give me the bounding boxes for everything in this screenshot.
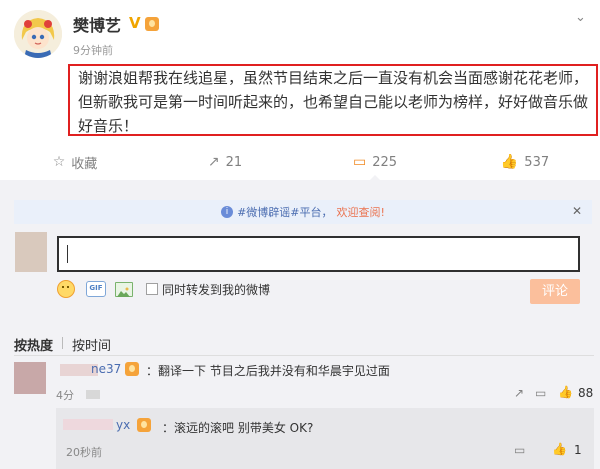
- repost-checkbox-label[interactable]: 同时转发到我的微博: [162, 281, 270, 298]
- comment-button[interactable]: ▭ 225: [300, 144, 450, 181]
- comment-like-count: 88: [578, 386, 594, 400]
- current-user-avatar: [15, 232, 47, 272]
- reply-like-count: 1: [574, 443, 582, 457]
- like-count: 537: [524, 154, 550, 170]
- thumbs-up-icon: 👍: [500, 154, 519, 170]
- info-icon: i: [221, 206, 234, 218]
- reply-container: [56, 408, 594, 469]
- reply-text: ：滚远的滚吧 别带美女 OK?: [162, 421, 314, 435]
- comment-text: ：翻译一下 节目之后我并没有和华晨宇见过面: [146, 364, 390, 378]
- sort-divider: [62, 337, 63, 349]
- poster-avatar[interactable]: [14, 10, 62, 58]
- star-icon: ☆: [52, 154, 66, 170]
- share-icon[interactable]: ↗: [514, 386, 524, 400]
- post-action-bar: ☆ 收藏 ↗ 21 ▭ 225 👍 537: [0, 144, 600, 181]
- member-badge-icon: [145, 17, 159, 31]
- commenter-avatar[interactable]: [14, 362, 46, 394]
- gif-icon[interactable]: GIF: [86, 281, 106, 297]
- commenter-name[interactable]: ne37: [91, 362, 121, 376]
- redacted-time: [86, 390, 100, 399]
- post-text: 谢谢浪姐帮我在线追星，虽然节目结束之后一直没有机会当面感谢花花老师，但新歌我可是…: [78, 69, 589, 135]
- comment-input[interactable]: [57, 236, 580, 272]
- reply-time: 20秒前: [66, 446, 102, 459]
- thumbs-up-icon[interactable]: 👍: [558, 385, 573, 399]
- comment-icon[interactable]: ▭: [535, 386, 546, 400]
- image-icon[interactable]: [115, 282, 133, 297]
- sort-by-time-tab[interactable]: 按时间: [72, 335, 111, 354]
- repost-button[interactable]: ↗ 21: [150, 144, 300, 180]
- like-button[interactable]: 👍 537: [450, 144, 600, 180]
- close-icon[interactable]: ✕: [572, 204, 582, 218]
- share-icon: ↗: [207, 154, 220, 170]
- section-divider: [14, 355, 594, 356]
- member-badge-icon: [137, 418, 151, 432]
- notice-link[interactable]: 欢迎查阅!: [337, 204, 385, 220]
- rumor-notice-banner: i #微博辟谣#平台， 欢迎查阅!: [14, 200, 592, 224]
- comment-count: 225: [372, 154, 398, 170]
- repost-checkbox[interactable]: [146, 283, 158, 295]
- comment-time: 4分: [56, 389, 74, 402]
- poster-username[interactable]: 樊博艺: [73, 12, 121, 36]
- submit-comment-button[interactable]: 评论: [530, 279, 580, 304]
- notice-tag[interactable]: #微博辟谣#平台，: [237, 204, 332, 220]
- sort-by-hot-tab[interactable]: 按热度: [14, 335, 53, 354]
- post-timestamp[interactable]: 9分钟前: [73, 42, 113, 58]
- thumbs-up-icon[interactable]: 👍: [552, 442, 567, 456]
- comment-icon[interactable]: ▭: [514, 443, 525, 457]
- favorite-button[interactable]: ☆ 收藏: [0, 144, 150, 180]
- repost-count: 21: [225, 154, 243, 170]
- chevron-down-icon[interactable]: ⌄: [575, 10, 586, 25]
- member-badge-icon: [125, 362, 139, 376]
- weibo-post-page: 樊博艺 V 9分钟前 ⌄ 谢谢浪姐帮我在线追星，虽然节目结束之后一直没有机会当面…: [0, 0, 600, 469]
- replier-name[interactable]: yx: [116, 418, 130, 432]
- comment-icon: ▭: [352, 154, 367, 170]
- verified-icon: V: [129, 14, 141, 32]
- favorite-label: 收藏: [71, 156, 98, 172]
- redacted-name: [63, 419, 113, 430]
- emoji-icon[interactable]: [57, 280, 75, 298]
